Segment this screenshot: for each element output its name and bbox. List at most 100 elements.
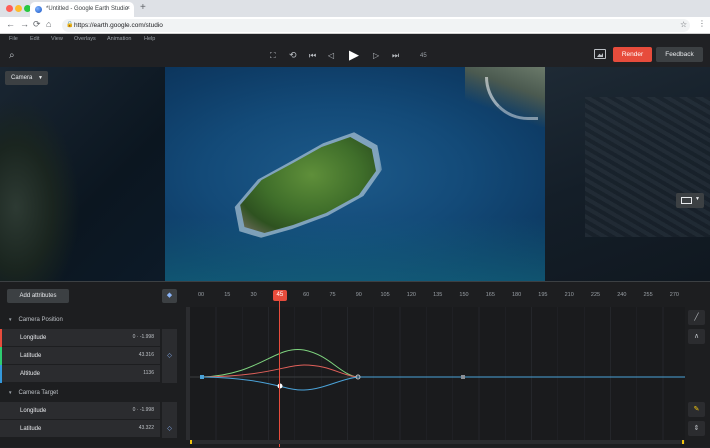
menu-view[interactable]: View bbox=[51, 36, 63, 42]
group-camera-target[interactable]: ▼ Camera Target bbox=[0, 384, 185, 402]
keyframe-cell[interactable] bbox=[162, 402, 177, 420]
ruler-tick-label: 255 bbox=[643, 292, 653, 298]
search-icon[interactable]: ⌕ bbox=[9, 50, 15, 61]
camera-dropdown-label: Camera bbox=[11, 75, 33, 81]
keyframe-handle[interactable] bbox=[461, 375, 465, 379]
keyframe-handle[interactable] bbox=[200, 375, 204, 379]
menu-file[interactable]: File bbox=[9, 36, 18, 42]
playhead-frame-label[interactable]: 45 bbox=[272, 290, 287, 301]
browser-menu-icon[interactable]: ⋮ bbox=[698, 19, 706, 28]
attribute-row-target-longitude[interactable]: Longitude 0 · -1.998 bbox=[0, 402, 160, 420]
new-tab-icon[interactable]: + bbox=[140, 2, 146, 13]
attribute-row-target-latitude[interactable]: Latitude 43.322 bbox=[0, 420, 160, 438]
shallow-water-image bbox=[165, 217, 545, 281]
series-color-stripe bbox=[0, 329, 2, 347]
image-export-icon[interactable] bbox=[594, 49, 606, 59]
linear-interpolation-icon[interactable]: ╱ bbox=[688, 310, 705, 325]
range-end-handle[interactable] bbox=[682, 440, 684, 444]
group-camera-position[interactable]: ▼ Camera Position bbox=[0, 311, 185, 329]
skip-to-end-icon[interactable]: ⏭ bbox=[392, 51, 399, 61]
menu-animation[interactable]: Animation bbox=[107, 36, 131, 42]
camera-dropdown[interactable]: Camera ▼ bbox=[5, 71, 48, 85]
ruler-tick-label: 105 bbox=[380, 292, 390, 298]
keyframe-cell[interactable] bbox=[162, 365, 177, 383]
ruler-tick-label: 75 bbox=[329, 292, 336, 298]
viewport-overscan-left bbox=[0, 67, 165, 281]
back-icon[interactable]: ← bbox=[6, 19, 15, 29]
current-frame-readout: 45 bbox=[420, 53, 427, 59]
ruler-tick-label: 15 bbox=[224, 292, 231, 298]
attribute-value[interactable]: 43.316 bbox=[139, 352, 154, 358]
latitude-curve[interactable] bbox=[201, 348, 463, 378]
zoom-fit-icon[interactable]: ⇕ bbox=[688, 421, 705, 436]
ruler-tick-label: 120 bbox=[406, 292, 416, 298]
keyframe-cell[interactable] bbox=[162, 329, 177, 347]
app-menu-bar: File Edit View Overlays Animation Help bbox=[0, 34, 710, 46]
attribute-value[interactable]: 1136 bbox=[143, 370, 154, 376]
address-bar: ← → ⟳ ⌂ 🔒 https://earth.google.com/studi… bbox=[0, 17, 710, 34]
keyframe-toggle-icon[interactable]: ◆ bbox=[162, 289, 177, 303]
aspect-frame-icon bbox=[681, 197, 692, 204]
url-field[interactable]: 🔒 https://earth.google.com/studio bbox=[62, 19, 690, 32]
step-forward-icon[interactable]: ▷ bbox=[373, 51, 379, 60]
playback-toolbar: ⌕ ⛶ ⟲ ⏮ ◁ ▶ ▷ ⏭ 45 Render Feedback bbox=[0, 46, 710, 67]
curve-graph-svg[interactable] bbox=[190, 307, 685, 440]
chevron-down-icon: ▼ bbox=[38, 75, 43, 81]
camera-frame bbox=[165, 67, 545, 281]
fullscreen-icon[interactable]: ⛶ bbox=[270, 51, 276, 61]
skip-to-start-icon[interactable]: ⏮ bbox=[309, 51, 316, 61]
viewport-overscan-right bbox=[545, 67, 710, 281]
attribute-row-position-altitude[interactable]: Altitude 1136 bbox=[0, 365, 160, 383]
browser-chrome: *Untitled - Google Earth Studio × + ← → … bbox=[0, 0, 710, 34]
series-color-stripe bbox=[0, 347, 2, 365]
ruler-tick-label: 210 bbox=[564, 292, 574, 298]
attribute-value[interactable]: 43.322 bbox=[139, 425, 154, 431]
menu-overlays[interactable]: Overlays bbox=[74, 36, 96, 42]
attribute-list: ▼ Camera Position Longitude 0 · -1.998 La… bbox=[0, 308, 185, 448]
reload-icon[interactable]: ⟳ bbox=[33, 19, 41, 30]
attribute-value[interactable]: 0 · -1.998 bbox=[133, 407, 154, 413]
longitude-curve[interactable] bbox=[201, 364, 463, 378]
home-icon[interactable]: ⌂ bbox=[46, 19, 51, 29]
coastline-image bbox=[465, 67, 545, 127]
menu-help[interactable]: Help bbox=[144, 36, 155, 42]
minimize-window-dot[interactable] bbox=[15, 5, 22, 12]
altitude-curve[interactable] bbox=[201, 376, 685, 391]
attribute-name: Longitude bbox=[20, 335, 47, 341]
forward-icon[interactable]: → bbox=[20, 19, 29, 29]
tab-bar: *Untitled - Google Earth Studio × + bbox=[0, 0, 710, 17]
ease-interpolation-icon[interactable]: ∧ bbox=[688, 329, 705, 344]
close-window-dot[interactable] bbox=[6, 5, 13, 12]
attribute-row-position-latitude[interactable]: Latitude 43.316 bbox=[0, 347, 160, 365]
bookmark-star-icon[interactable]: ☆ bbox=[680, 20, 687, 29]
keyframe-diamond-icon[interactable]: ◇ bbox=[162, 420, 177, 438]
ruler-tick-label: 240 bbox=[617, 292, 627, 298]
earth-viewport[interactable]: Camera ▼ bbox=[0, 67, 710, 281]
tab-close-icon[interactable]: × bbox=[126, 5, 130, 12]
curve-graph[interactable] bbox=[190, 307, 685, 440]
attribute-value[interactable]: 0 · -1.998 bbox=[133, 334, 154, 340]
frame-ruler[interactable]: 00 15 30 45 60 75 90 105 120 135 150 165 180 195 210 22… bbox=[190, 290, 690, 302]
step-back-icon[interactable]: ◁ bbox=[328, 51, 334, 60]
aspect-ratio-dropdown[interactable]: ▼ bbox=[676, 193, 704, 208]
attribute-name: Longitude bbox=[20, 408, 47, 414]
play-icon[interactable]: ▶ bbox=[349, 47, 359, 63]
feedback-button[interactable]: Feedback bbox=[656, 47, 703, 62]
collapse-triangle-icon[interactable]: ▼ bbox=[8, 317, 12, 322]
attribute-row-position-longitude[interactable]: Longitude 0 · -1.998 bbox=[0, 329, 160, 347]
ruler-tick-label: 30 bbox=[250, 292, 257, 298]
range-start-handle[interactable] bbox=[190, 440, 192, 444]
tab-title: *Untitled - Google Earth Studio bbox=[46, 6, 129, 12]
keyframe-diamond-icon[interactable]: ◇ bbox=[162, 347, 177, 365]
pen-icon[interactable]: ✎ bbox=[688, 402, 705, 417]
timeline-range-bar[interactable] bbox=[190, 440, 685, 444]
menu-edit[interactable]: Edit bbox=[30, 36, 39, 42]
collapse-triangle-icon[interactable]: ▼ bbox=[8, 390, 12, 395]
add-attributes-button[interactable]: Add attributes bbox=[7, 289, 69, 303]
render-button[interactable]: Render bbox=[613, 47, 652, 62]
playhead-line[interactable] bbox=[279, 301, 280, 447]
series-color-stripe bbox=[0, 365, 2, 383]
ruler-tick-label: 180 bbox=[512, 292, 522, 298]
browser-tab[interactable]: *Untitled - Google Earth Studio × bbox=[30, 2, 134, 17]
loop-icon[interactable]: ⟲ bbox=[289, 50, 297, 61]
